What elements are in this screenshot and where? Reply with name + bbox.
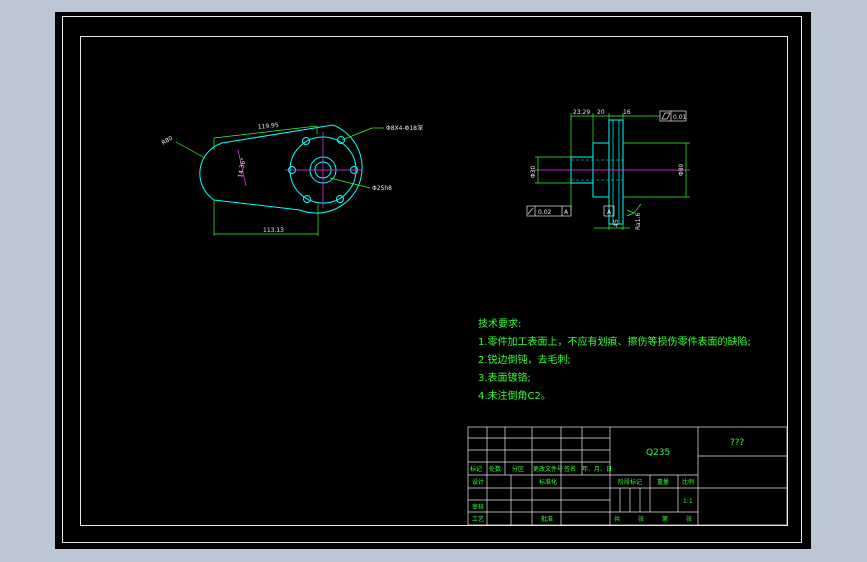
row-header-0: 标记 (470, 465, 482, 473)
dim-c: 16 (623, 109, 631, 116)
bolt-hole (336, 195, 344, 203)
dim-dia-left: Φ30 (530, 165, 537, 178)
standardize-label: 标准化 (539, 478, 557, 486)
flatness-icon (661, 112, 671, 120)
bore-callout: Φ25h8 (372, 185, 392, 192)
side-view: Φ30 Φ80 23.29 20 16 0.01 0.02 A A 45 Ra1… (526, 109, 690, 230)
tech-req-item: 4.未注倒角C2。 (478, 391, 551, 402)
row-header-3: 更改文件号 (533, 465, 563, 473)
stage-mark-label: 阶段标记 (618, 478, 642, 486)
drawing-name: ??? (730, 438, 745, 448)
process-label: 工艺 (472, 515, 484, 523)
scale-value: 1:1 (683, 498, 693, 505)
review-label: 审核 (472, 503, 484, 511)
tech-req-item: 1.零件加工表面上，不应有划痕、擦伤等损伤零件表面的缺陷; (478, 337, 751, 348)
tech-req-item: 2.锐边倒钝，去毛刺; (478, 355, 571, 366)
ratio-label: 比例 (682, 478, 694, 486)
runout-value: 0.02 (538, 209, 552, 216)
drawing-svg: 119.95 113.13 R80 14.36° Φ8X4-Φ18深 Φ25h8 (161, 109, 788, 526)
sheet-label-2: 第 (662, 515, 668, 523)
leader (329, 177, 371, 189)
dim-45: 45 (613, 219, 620, 227)
hole-callout: Φ8X4-Φ18深 (386, 124, 423, 132)
row-header-1: 处数 (489, 465, 501, 473)
flatness-value: 0.01 (673, 114, 687, 121)
roughness: Ra1.6 (635, 213, 642, 230)
row-header-5: 年、月、日 (582, 465, 612, 473)
leader (175, 141, 206, 159)
dim-a: 23.29 (573, 109, 590, 116)
dim-b: 20 (597, 109, 605, 116)
front-view: 119.95 113.13 R80 14.36° Φ8X4-Φ18深 Φ25h8 (161, 122, 423, 236)
material: Q235 (646, 448, 670, 458)
row-header-2: 分区 (512, 465, 524, 473)
runout-icon (527, 207, 534, 215)
bolt-hole (302, 137, 310, 145)
datum-label: A (607, 209, 612, 216)
dim-dia-right: Φ80 (678, 163, 685, 176)
sheet-label-1: 张 (638, 515, 644, 523)
tech-req-title: 技术要求: (478, 319, 522, 330)
dim-top: 119.95 (257, 122, 279, 131)
dim-radius: R80 (161, 135, 175, 147)
runout-ref: A (564, 209, 569, 216)
sheet-label-0: 共 (614, 515, 620, 523)
leader (341, 127, 373, 141)
tech-req-item: 3.表面镀铬; (478, 373, 531, 384)
weight-label: 重量 (657, 478, 669, 486)
dim-bottom: 113.13 (263, 227, 284, 234)
technical-requirements: 技术要求: 1.零件加工表面上，不应有划痕、擦伤等损伤零件表面的缺陷; 2.锐边… (478, 316, 751, 406)
design-label: 设计 (472, 478, 484, 486)
dim-angle: 14.36° (237, 157, 247, 178)
sheet-label-3: 张 (686, 515, 692, 523)
approve-label: 批准 (541, 515, 553, 523)
row-header-4: 签名 (564, 465, 576, 473)
